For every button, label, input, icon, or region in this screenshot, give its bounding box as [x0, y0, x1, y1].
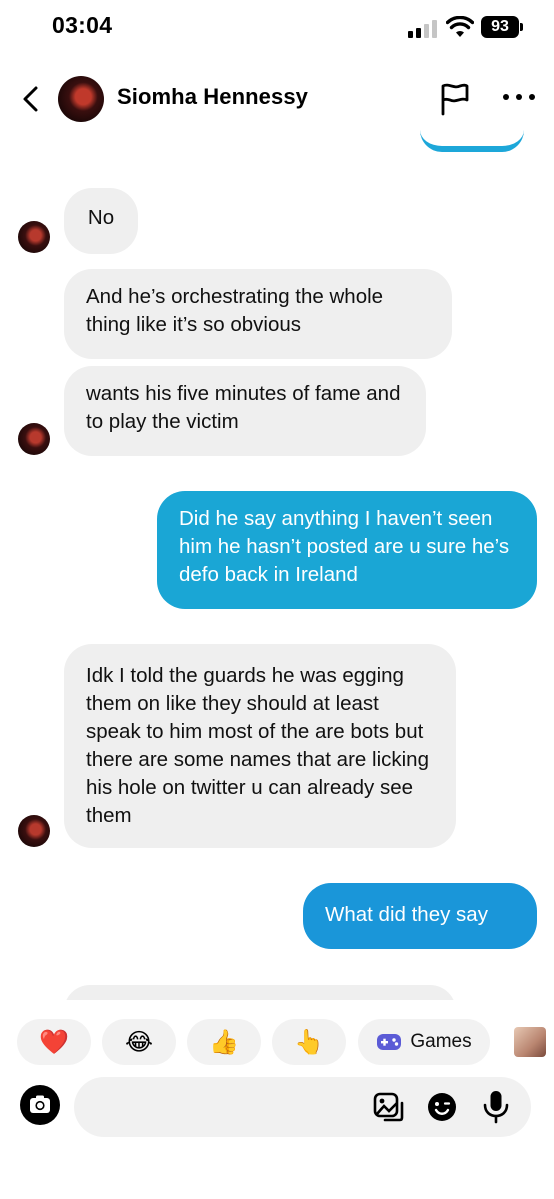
cellular-signal-icon	[408, 20, 438, 38]
back-arrow-icon[interactable]	[18, 84, 44, 114]
reaction-laugh[interactable]: 😂	[102, 1019, 176, 1065]
status-time: 03:04	[52, 12, 113, 38]
previous-sent-bubble-edge	[420, 128, 524, 152]
sticker-icon[interactable]	[426, 1091, 458, 1123]
wifi-icon	[446, 16, 474, 37]
point-up-emoji: 👆	[294, 1028, 324, 1056]
gamepad-icon	[377, 1034, 402, 1050]
message-input[interactable]	[74, 1077, 384, 1137]
microphone-icon[interactable]	[482, 1089, 510, 1125]
message-sent[interactable]: What did they say	[303, 883, 537, 949]
message-received[interactable]: No	[64, 188, 138, 254]
flag-icon[interactable]	[439, 82, 471, 116]
laughing-emoji: 😂	[124, 1028, 154, 1056]
sender-avatar[interactable]	[18, 221, 50, 253]
contact-avatar[interactable]	[58, 76, 104, 122]
sender-avatar[interactable]	[18, 423, 50, 455]
gallery-icon[interactable]	[372, 1091, 404, 1123]
heart-emoji: ❤️	[39, 1028, 69, 1056]
battery-tip	[520, 23, 523, 31]
reaction-point-up[interactable]: 👆	[272, 1019, 346, 1065]
camera-icon	[30, 1095, 50, 1113]
thumbs-up-emoji: 👍	[209, 1028, 239, 1056]
battery-indicator: 93	[481, 16, 519, 38]
camera-button[interactable]	[20, 1085, 60, 1125]
more-options-icon[interactable]	[503, 94, 537, 102]
reaction-thumbs-up[interactable]: 👍	[187, 1019, 261, 1065]
message-received[interactable]: And he’s orchestrating the whole thing l…	[64, 269, 452, 359]
message-sent[interactable]: Did he say anything I haven’t seen him h…	[157, 491, 537, 609]
sticker-thumbnail[interactable]	[514, 1027, 546, 1057]
message-received[interactable]: Idk I told the guards he was egging them…	[64, 644, 456, 848]
games-button[interactable]: Games	[358, 1019, 490, 1065]
message-composer[interactable]	[74, 1077, 531, 1137]
message-received[interactable]: wants his five minutes of fame and to pl…	[64, 366, 426, 456]
reaction-heart[interactable]: ❤️	[17, 1019, 91, 1065]
sender-avatar[interactable]	[18, 815, 50, 847]
contact-name[interactable]: Siomha Hennessy	[117, 84, 308, 110]
games-label: Games	[410, 1031, 472, 1052]
